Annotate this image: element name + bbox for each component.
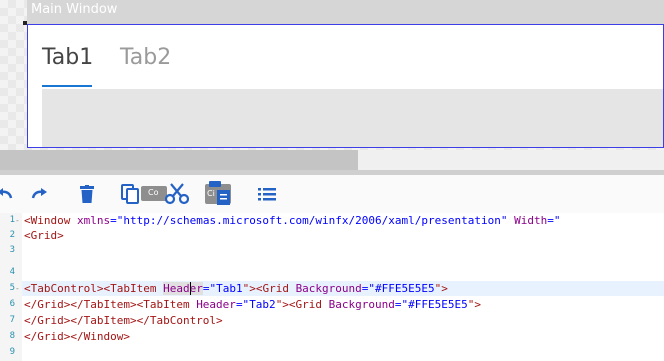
line-number: 6 [9,299,15,309]
editor-toolbar: Co Ci [0,175,664,213]
tab-tab1[interactable]: Tab1 [42,43,93,73]
code-line[interactable]: </Grid></TabItem><TabItem Header="Tab2">… [24,297,481,312]
code-line[interactable]: <TabControl><TabItem Header="Tab1"><Grid… [24,281,448,296]
undo-icon [0,187,13,201]
window-preview[interactable]: Tab1 Tab2 [27,24,664,148]
line-number: 3 [9,245,15,255]
xaml-code-editor[interactable]: 1 - 2 3 4 5 - 6 7 8 9 <Window xmlns="htt… [0,213,664,361]
line-number: 8 [9,331,15,341]
code-line[interactable]: </Grid></TabItem></TabControl> [24,313,223,328]
designer-surface[interactable]: Main Window Tab1 Tab2 [0,0,664,170]
paste-button[interactable]: Ci [203,180,235,208]
code-line[interactable]: </Grid></Window> [24,329,130,344]
undo-button[interactable] [0,181,18,207]
line-number: 1 [9,215,15,225]
window-titlebar: Main Window [27,0,664,24]
line-number: 2 [9,230,15,240]
list-button[interactable] [254,181,280,207]
tab-content-panel [42,89,663,147]
list-icon [258,187,276,201]
line-number: 7 [9,315,15,325]
copy-icon [120,184,140,204]
copy-button[interactable] [117,181,143,207]
line-number: 5 [9,283,15,293]
window-title: Main Window [31,2,118,17]
line-number-gutter: 1 - 2 3 4 5 - 6 7 8 9 [0,213,22,361]
delete-icon [80,185,94,203]
cut-icon [165,183,189,205]
code-line[interactable]: <Window xmlns="http://schemas.microsoft.… [24,213,560,228]
delete-button[interactable] [74,181,100,207]
fold-marker-icon[interactable]: - [15,281,22,296]
tab-tab2[interactable]: Tab2 [120,43,171,73]
redo-button[interactable] [27,181,53,207]
line-number: 9 [9,347,15,357]
redo-icon [31,187,49,201]
text-caret [190,282,191,295]
line-number: 4 [9,267,15,277]
scrollbar-thumb[interactable] [0,150,358,170]
fold-marker-icon[interactable]: - [15,213,22,228]
selected-tab-indicator [42,85,92,87]
cut-button[interactable] [164,181,190,207]
code-line[interactable]: <Grid> [24,228,64,243]
